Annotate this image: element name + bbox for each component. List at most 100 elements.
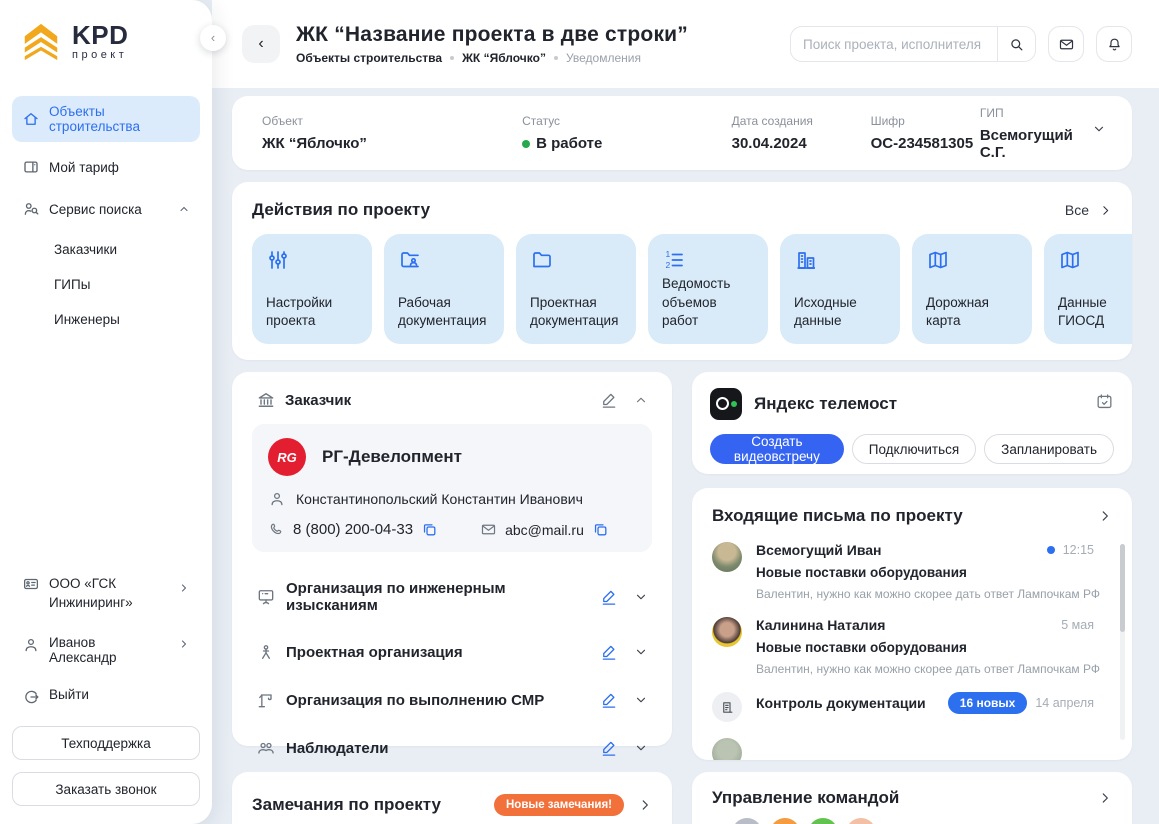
collapse-customer-button[interactable] [634,393,648,407]
sidebar-item-objects[interactable]: Объекты строительства [12,96,200,142]
email-list-item[interactable] [712,738,1112,760]
breadcrumb-separator [450,56,454,60]
customer-title: Заказчик [285,392,351,409]
scrollbar-thumb[interactable] [1120,544,1125,632]
create-meeting-button[interactable]: Создать видеовстречу [710,434,844,464]
edit-section-button[interactable] [600,739,618,757]
open-inbox-button[interactable] [1098,509,1112,523]
home-icon [22,110,40,128]
chevron-up-icon [634,393,648,407]
chevron-right-icon [638,798,652,812]
sidebar-item-search-service[interactable]: Сервис поиска [12,192,200,226]
section-observers[interactable]: Наблюдатели [252,738,652,758]
email-list-item[interactable]: Всемогущий Иван 12:15 Новые поставки обо… [712,542,1112,601]
actions-row: Настройки проекта Рабочая документация П… [252,234,1132,344]
sidebar-item-user[interactable]: Иванов Александр [12,627,200,673]
view-all-label: Все [1065,202,1089,218]
id-card-icon [22,575,40,593]
search-input[interactable] [791,37,997,52]
search-box [790,26,1036,62]
svg-text:2: 2 [666,260,671,270]
chevron-right-icon [1099,204,1112,217]
back-button[interactable]: ‹ [242,25,280,63]
breadcrumb-notifications[interactable]: Уведомления [566,51,641,65]
map-icon [926,248,950,272]
logout-icon [22,688,40,706]
customer-card: Заказчик [232,372,672,746]
sidebar-collapse-button[interactable]: ‹ [200,25,226,51]
bank-icon [256,390,276,410]
section-design-org[interactable]: Проектная организация [252,642,652,662]
buildings-icon [794,248,818,272]
kpd-roof-icon [18,20,64,62]
edit-section-button[interactable] [600,643,618,661]
company-label: ООО «ГСК Инжиниринг» [49,574,160,613]
section-smr-org[interactable]: Организация по выполнению СМР [252,690,652,710]
contact-name: Константинопольский Константин Иванович [296,491,583,507]
status-dot [522,140,530,148]
expand-section-button[interactable] [634,741,648,755]
open-remarks-button[interactable] [638,798,652,812]
support-button[interactable]: Техподдержка [12,726,200,760]
email-list-item[interactable]: Калинина Наталия 5 мая Новые поставки об… [712,617,1112,676]
sidebar-subitem-engineers[interactable]: Инженеры [12,304,200,335]
action-card-working-docs[interactable]: Рабочая документация [384,234,504,344]
breadcrumb-objects[interactable]: Объекты строительства [296,51,442,65]
order-call-button[interactable]: Заказать звонок [12,772,200,806]
map-icon [1058,248,1082,272]
action-card-source-data[interactable]: Исходные данные [780,234,900,344]
search-button[interactable] [997,27,1035,61]
team-card[interactable]: Управление командой [692,772,1132,824]
breadcrumb-project[interactable]: ЖК “Яблочко” [462,51,546,65]
edit-customer-button[interactable] [600,391,618,409]
sidebar-item-label: Мой тариф [49,160,119,175]
email-time: 5 мая [1061,618,1094,632]
telemost-card: Яндекс телемост Создать видеовстречу Под… [692,372,1132,474]
sidebar-subitem-gips[interactable]: ГИПы [12,269,200,300]
mail-icon [480,521,497,538]
expand-section-button[interactable] [634,645,648,659]
sidebar-subitem-customers[interactable]: Заказчики [12,234,200,265]
info-code-value: ОС-234581305 [871,135,980,152]
sidebar-item-logout[interactable]: Выйти [12,679,200,714]
open-team-button[interactable] [1098,791,1112,805]
new-remarks-badge: Новые замечания! [494,794,624,816]
action-card-project-settings[interactable]: Настройки проекта [252,234,372,344]
customer-details-panel: RG РГ-Девелопмент Константинопольский Ко… [252,424,652,552]
chevron-up-icon[interactable] [178,203,190,215]
action-card-giosd-data[interactable]: Данные ГИОСД [1044,234,1132,344]
copy-icon [421,521,438,538]
inbox-scrollbar[interactable] [1120,544,1125,740]
remarks-card[interactable]: Замечания по проекту Новые замечания! [232,772,672,824]
sidebar-item-company[interactable]: ООО «ГСК Инжиниринг» [12,566,200,621]
mail-button[interactable] [1048,26,1084,62]
expand-section-button[interactable] [634,693,648,707]
action-card-roadmap[interactable]: Дорожная карта [912,234,1032,344]
chevron-down-icon[interactable] [1092,122,1106,136]
calendar-check-icon[interactable] [1095,392,1114,411]
email-list-item[interactable]: Контроль документации 16 новых 14 апреля [712,692,1112,722]
schedule-meeting-button[interactable]: Запланировать [984,434,1114,464]
edit-pencil-icon [600,588,618,606]
action-card-work-volume[interactable]: 1 2 Ведомость объемов работ [648,234,768,344]
phone-icon [268,521,285,538]
chevron-right-icon [178,638,190,650]
edit-pencil-icon [600,643,618,661]
sidebar-item-tariff[interactable]: Мой тариф [12,150,200,184]
copy-phone-button[interactable] [421,521,438,538]
expand-section-button[interactable] [634,590,648,604]
edit-section-button[interactable] [600,588,618,606]
section-label: Проектная организация [286,644,463,661]
action-label: Рабочая документация [398,294,490,330]
person-icon [268,490,286,508]
view-all-link[interactable]: Все [1065,202,1112,218]
notifications-button[interactable] [1096,26,1132,62]
edit-section-button[interactable] [600,691,618,709]
join-meeting-button[interactable]: Подключиться [852,434,976,464]
copy-email-button[interactable] [592,521,609,538]
company-logo: RG [268,438,306,476]
avatar [712,617,742,647]
action-card-project-docs[interactable]: Проектная документация [516,234,636,344]
unread-dot [1047,546,1055,554]
section-engineering-survey[interactable]: Организация по инженерным изысканиям [252,580,652,614]
